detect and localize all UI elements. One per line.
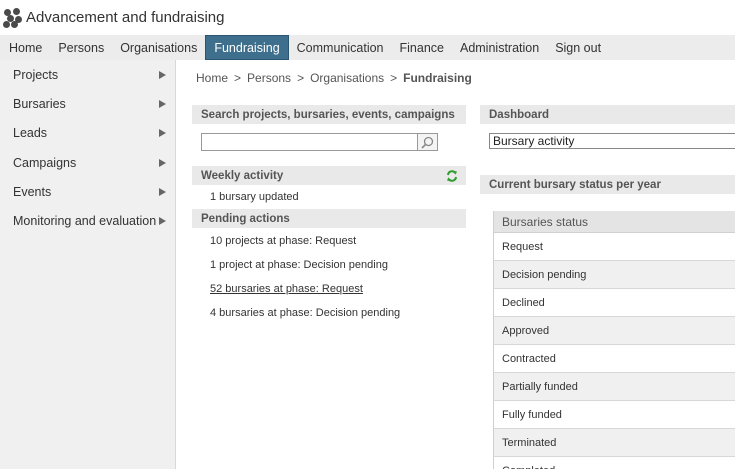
- nav-home[interactable]: Home: [1, 35, 50, 60]
- chevron-right-icon: [159, 158, 166, 167]
- chevron-right-icon: [159, 187, 166, 196]
- table-row: Declined: [494, 289, 735, 317]
- sidebar-item-projects[interactable]: Projects: [0, 60, 175, 89]
- dashboard-header: Dashboard: [480, 105, 735, 124]
- table-row: Partially funded: [494, 373, 735, 401]
- sidebar-item-label: Projects: [13, 67, 59, 82]
- breadcrumb-separator: >: [297, 71, 305, 85]
- weekly-activity-item: 1 bursary updated: [210, 191, 299, 203]
- refresh-icon[interactable]: [446, 169, 458, 182]
- app-title: Advancement and fundraising: [26, 9, 225, 26]
- nav-communication[interactable]: Communication: [289, 35, 392, 60]
- dashboard-header-label: Dashboard: [489, 108, 550, 121]
- breadcrumb-separator: >: [234, 71, 242, 85]
- chevron-right-icon: [159, 129, 166, 138]
- nav-finance[interactable]: Finance: [392, 35, 452, 60]
- table-row: Decision pending: [494, 261, 735, 289]
- sidebar-item-label: Campaigns: [13, 155, 77, 170]
- search-header: Search projects, bursaries, events, camp…: [192, 105, 466, 124]
- table-row: Approved: [494, 317, 735, 345]
- pending-action-link[interactable]: 52 bursaries at phase: Request: [210, 283, 363, 295]
- main-content: Home > Persons > Organisations > Fundrai…: [175, 60, 735, 469]
- top-nav: Home Persons Organisations Fundraising C…: [0, 35, 735, 60]
- chevron-right-icon: [159, 70, 166, 79]
- pending-action-item: 10 projects at phase: Request: [210, 235, 357, 247]
- sidebar-item-label: Events: [13, 184, 52, 199]
- nav-administration[interactable]: Administration: [452, 35, 547, 60]
- sidebar-item-label: Monitoring and evaluation: [13, 214, 157, 229]
- title-bar: Advancement and fundraising: [0, 0, 735, 35]
- nav-organisations[interactable]: Organisations: [112, 35, 205, 60]
- table-row: Fully funded: [494, 401, 735, 429]
- breadcrumb-separator: >: [390, 71, 398, 85]
- weekly-activity-label: Weekly activity: [201, 169, 284, 182]
- breadcrumb-organisations[interactable]: Organisations: [310, 71, 384, 85]
- bursary-status-header: Current bursary status per year: [480, 175, 735, 194]
- breadcrumb-home[interactable]: Home: [196, 71, 228, 85]
- weekly-activity-header: Weekly activity: [192, 166, 466, 185]
- pending-actions-header: Pending actions: [192, 209, 466, 228]
- sidebar-item-monitoring[interactable]: Monitoring and evaluation: [0, 206, 175, 235]
- table-row: Terminated: [494, 429, 735, 457]
- sidebar-item-label: Leads: [13, 126, 48, 141]
- pending-action-item: 1 project at phase: Decision pending: [210, 259, 388, 271]
- sidebar: Projects Bursaries Leads Campaigns Event…: [0, 60, 175, 469]
- search-button[interactable]: [417, 133, 438, 151]
- search-icon: [421, 136, 434, 149]
- bursary-status-table: Bursaries status Request Decision pendin…: [493, 211, 735, 469]
- nav-fundraising[interactable]: Fundraising: [205, 35, 289, 60]
- nav-persons[interactable]: Persons: [50, 35, 112, 60]
- search-header-label: Search projects, bursaries, events, camp…: [201, 108, 455, 121]
- nav-sign-out[interactable]: Sign out: [547, 35, 609, 60]
- table-row: Completed: [494, 457, 735, 469]
- chevron-right-icon: [159, 99, 166, 108]
- app-logo-icon: [3, 7, 23, 28]
- dashboard-select[interactable]: Bursary activity: [489, 133, 735, 149]
- breadcrumb: Home > Persons > Organisations > Fundrai…: [196, 71, 472, 85]
- pending-actions-label: Pending actions: [201, 212, 290, 225]
- search-input[interactable]: [201, 133, 438, 151]
- table-row: Request: [494, 233, 735, 261]
- sidebar-item-leads[interactable]: Leads: [0, 119, 175, 148]
- pending-action-item: 4 bursaries at phase: Decision pending: [210, 307, 401, 319]
- chevron-right-icon: [159, 217, 166, 226]
- sidebar-item-campaigns[interactable]: Campaigns: [0, 148, 175, 177]
- breadcrumb-current: Fundraising: [403, 71, 472, 85]
- table-header: Bursaries status: [494, 211, 735, 233]
- sidebar-item-label: Bursaries: [13, 96, 66, 111]
- sidebar-item-events[interactable]: Events: [0, 177, 175, 206]
- table-row: Contracted: [494, 345, 735, 373]
- bursary-status-header-label: Current bursary status per year: [489, 178, 661, 191]
- breadcrumb-persons[interactable]: Persons: [247, 71, 291, 85]
- sidebar-item-bursaries[interactable]: Bursaries: [0, 89, 175, 118]
